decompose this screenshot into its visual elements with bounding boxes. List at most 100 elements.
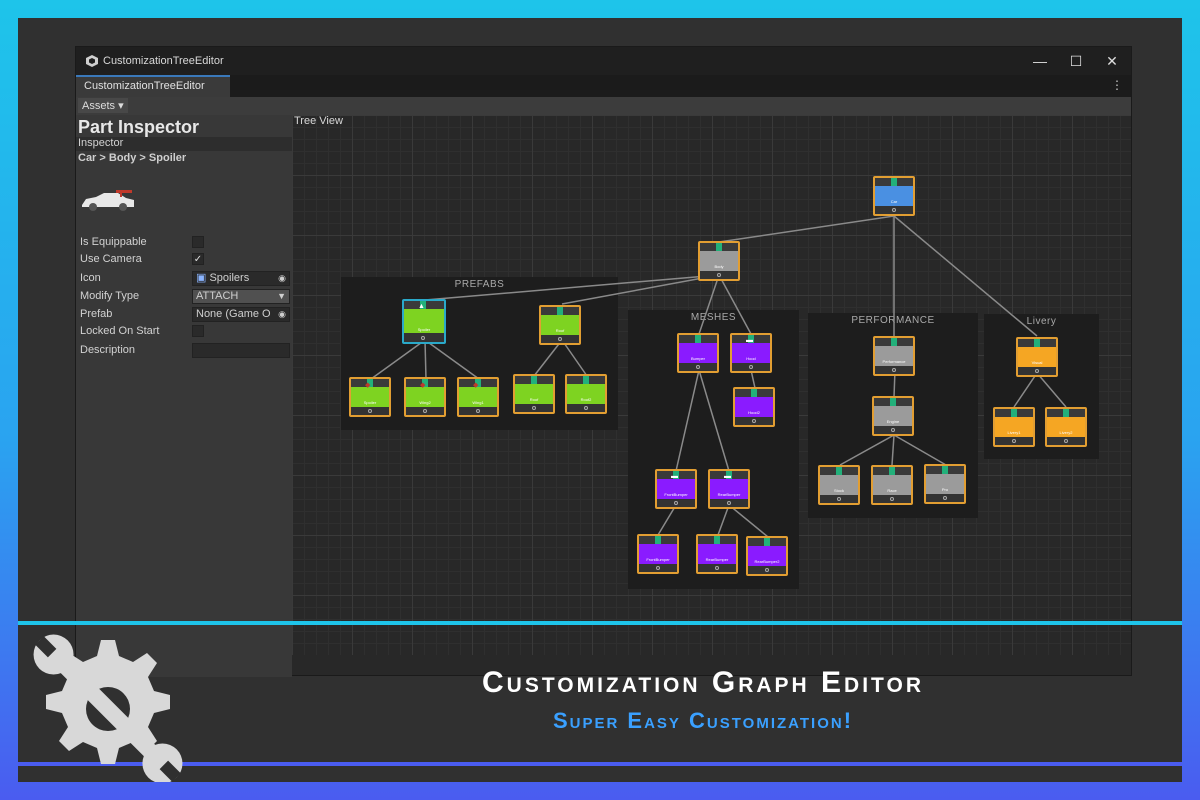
node-label: Performance [882,359,906,364]
node-label: Body [714,264,724,269]
node-hood[interactable]: ▬ Hood [730,333,772,373]
node-roof2[interactable]: Roof2 [565,374,607,414]
node-label: Livery2 [1059,430,1073,435]
unity-cube-icon [86,55,98,67]
sprite-icon: ▣ [196,272,210,284]
use-camera-checkbox[interactable]: ✓ [192,253,204,265]
banner-subtitle: Super Easy Customization! [552,708,854,733]
node-wing2[interactable]: ◆ Wing2 [404,377,446,417]
node-label: Bumper [690,356,705,361]
tab-menu-icon[interactable]: ⋮ [1111,78,1123,92]
node-car[interactable]: Car [873,176,915,216]
node-spoiler[interactable]: ▲ Spoiler [402,299,446,344]
inspector-subtitle: Inspector [76,137,292,151]
spoiler-icon: ◆ [365,382,371,389]
node-label: FrontBumper [664,492,688,497]
node-label: RearBumper2 [754,559,780,564]
locked-on-start-label: Locked On Start [80,325,160,337]
icon-row: Icon ▣ Spoilers ◉ [80,271,290,287]
bumper-icon: ▬ [724,473,731,480]
assets-dropdown[interactable]: Assets ▾ [78,98,128,113]
node-label: Spoiler [417,327,431,332]
modify-type-value: ATTACH [196,290,239,302]
node-hood2[interactable]: Hood2 [733,387,775,427]
prefab-value: None (Game O [196,308,271,320]
description-label: Description [80,344,136,356]
node-pro[interactable]: Pro [924,464,966,504]
node-label: RearBumper [705,557,729,562]
prefab-row: Prefab None (Game O ◉ [80,307,290,323]
modify-type-row: Modify Type ATTACH ▼ [80,289,290,305]
use-camera-label: Use Camera [80,253,142,265]
is-equippable-label: Is Equippable [80,236,147,248]
node-livery1[interactable]: Livery1 [993,407,1035,447]
close-button[interactable]: ✕ [1103,52,1121,70]
node-label: Spoiler [363,400,377,405]
breadcrumb: Car > Body > Spoiler [78,152,187,164]
node-rear-bumper[interactable]: ▬ RearBumper [708,469,750,509]
object-picker-icon[interactable]: ◉ [278,272,286,285]
gear-wrench-logo-icon [33,634,183,782]
description-field[interactable] [192,343,290,358]
node-engine[interactable]: Engine [872,396,914,436]
node-wing1[interactable]: ◆ Wing1 [457,377,499,417]
node-label: Roof [529,397,539,402]
icon-value: Spoilers [209,272,250,284]
car-thumbnail-icon [82,190,134,211]
node-label: RearBumper [717,492,741,497]
node-race[interactable]: Race [871,465,913,505]
node-performance[interactable]: Performance [873,336,915,376]
tab-bar: CustomizationTreeEditor ⋮ [76,75,1131,97]
node-label: Roof [555,328,565,333]
window-titlebar: CustomizationTreeEditor — ☐ ✕ [76,47,1131,75]
node-label: Wing2 [419,400,431,405]
node-livery2[interactable]: Livery2 [1045,407,1087,447]
node-front-bumper-2[interactable]: FrontBumper [637,534,679,574]
window-title: CustomizationTreeEditor [103,55,224,67]
node-label: Race [887,488,897,493]
node-spoiler-a[interactable]: ◆ Spoiler [349,377,391,417]
node-visual[interactable]: Visual [1016,337,1058,377]
prefab-label: Prefab [80,308,113,320]
node-roof[interactable]: Roof [539,305,581,345]
maximize-button[interactable]: ☐ [1067,52,1085,70]
node-label: Stock [833,488,844,493]
locked-on-start-checkbox[interactable] [192,325,204,337]
node-stock[interactable]: Stock [818,465,860,505]
minimize-button[interactable]: — [1031,52,1049,70]
node-label: Roof2 [580,397,592,402]
node-label: Hood2 [748,410,760,415]
icon-label: Icon [80,272,101,284]
spoiler-icon: ▲ [418,303,425,310]
node-body[interactable]: Body [698,241,740,281]
inspector-title: Part Inspector [78,117,200,137]
bumper-icon: ▬ [671,473,678,480]
node-front-bumper[interactable]: ▬ FrontBumper [655,469,697,509]
is-equippable-checkbox[interactable] [192,236,204,248]
modify-type-dropdown[interactable]: ATTACH ▼ [192,289,290,304]
node-rear-bumper-3[interactable]: RearBumper2 [746,536,788,576]
locked-on-start-row: Locked On Start [80,324,290,340]
is-equippable-row: Is Equippable [80,235,290,251]
chevron-down-icon: ▼ [277,291,286,301]
tree-view-canvas[interactable]: Tree View PREFABS MESHES PERFORMANCE Liv… [292,115,1131,655]
icon-field[interactable]: ▣ Spoilers ◉ [192,271,290,286]
node-roof-a[interactable]: Roof [513,374,555,414]
editor-window: CustomizationTreeEditor — ☐ ✕ Customizat… [75,46,1132,677]
node-bumper[interactable]: Bumper [677,333,719,373]
promo-frame: CustomizationTreeEditor — ☐ ✕ Customizat… [18,18,1182,782]
wing-icon: ◆ [473,382,479,389]
tab-customization-tree-editor[interactable]: CustomizationTreeEditor [76,75,230,97]
part-inspector-panel: Part Inspector Inspector Car > Body > Sp… [76,115,292,677]
node-label: Hood [746,356,756,361]
hood-icon: ▬ [746,337,753,344]
prefab-field[interactable]: None (Game O ◉ [192,307,290,322]
node-rear-bumper-2[interactable]: RearBumper [696,534,738,574]
toolbar: Assets ▾ [76,97,1131,115]
node-label: Wing1 [472,400,484,405]
object-picker-icon[interactable]: ◉ [278,308,286,321]
modify-type-label: Modify Type [80,290,140,302]
node-label: Livery1 [1007,430,1021,435]
banner-title: Customization Graph Editor [481,666,924,699]
node-label: Car [890,199,898,204]
